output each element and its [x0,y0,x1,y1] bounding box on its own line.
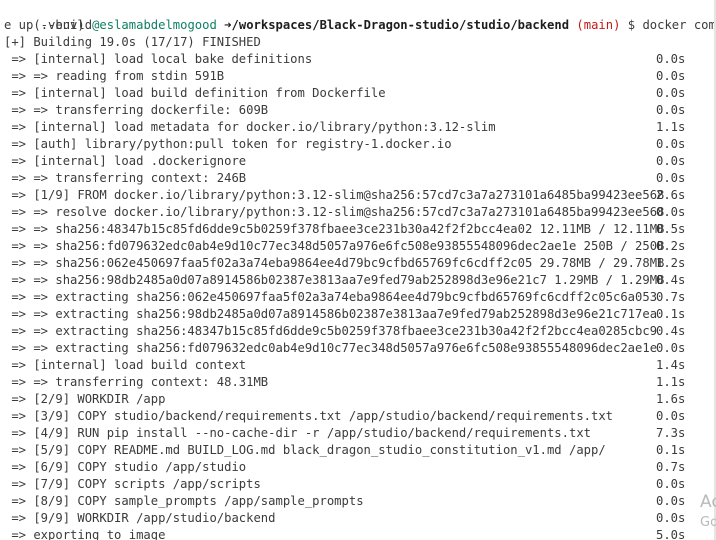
log-line-text: => => transferring context: 246B [4,171,247,185]
git-branch: (main) [576,18,621,32]
log-line-text: => [internal] load metadata for docker.i… [4,120,496,134]
log-line-text: => => sha256:98db2485a0d07a8914586b02387… [4,273,665,287]
log-line-text: => => sha256:fd079632edc0ab4e9d10c77ec34… [4,239,665,253]
log-line-duration: 0.0s [656,409,686,423]
prompt-path: /workspaces/Black-Dragon-studio/studio/b… [231,18,570,32]
log-line-duration: 0.5s [656,222,686,236]
log-line-duration: 0.0s [656,103,686,117]
log-line-text: => [auth] library/python:pull token for … [4,137,452,151]
log-line-text: => => sha256:062e450697faa5f02a3a74eba98… [4,256,665,270]
command-text-continued: e up --build [4,18,93,32]
log-line-text: => [3/9] COPY studio/backend/requirement… [4,409,614,423]
log-line-duration: 0.7s [656,290,686,304]
log-line-duration: 1.2s [656,256,686,270]
log-line-duration: 7.3s [656,426,686,440]
prompt-symbol: $ [627,18,636,32]
log-line-text: => exporting to image [4,528,166,540]
prompt-arrow-icon: ➜ [224,18,232,32]
prompt-line: (.venv) @eslamabdelmogood ➜/workspaces/B… [4,0,716,32]
command-text: docker compos [642,18,716,32]
log-line-text: => [5/9] COPY README.md BUILD_LOG.md bla… [4,443,606,457]
log-line-text: => => extracting sha256:48347b15c85fd6dd… [4,324,658,338]
log-line-text: => => extracting sha256:98db2485a0d07a89… [4,307,658,321]
log-line-duration: 0.0s [656,52,686,66]
log-line-text: => [7/9] COPY scripts /app/scripts [4,477,261,491]
prompt-user: @eslamabdelmogood [92,18,217,32]
log-line-text: => [2/9] WORKDIR /app [4,392,166,406]
log-line-text: => [1/9] FROM docker.io/library/python:3… [4,188,665,202]
log-line-duration: 0.0s [656,86,686,100]
log-line-text: => [internal] load build definition from… [4,86,386,100]
log-line-text: => => sha256:48347b15c85fd6dde9c5b0259f3… [4,222,665,236]
log-line-text: => [9/9] WORKDIR /app/studio/backend [4,511,276,525]
build-status: [+] Building 19.0s (17/17) FINISHED [4,35,261,49]
log-line-duration: 0.0s [656,477,686,491]
log-line-text: => [4/9] RUN pip install --no-cache-dir … [4,426,591,440]
log-line-text: => => extracting sha256:fd079632edc0ab4e… [4,341,658,355]
log-line-duration: 0.0s [656,205,686,219]
log-line-duration: 0.7s [656,460,686,474]
log-line-text: => => transferring context: 48.31MB [4,375,269,389]
log-line-duration: 1.6s [656,392,686,406]
log-line-duration: 0.4s [656,273,686,287]
log-line-text: => => transferring dockerfile: 609B [4,103,269,117]
log-line-duration: 0.4s [656,324,686,338]
activate-windows-watermark-sub: Go [700,515,716,530]
log-line-text: => => reading from stdin 591B [4,69,225,83]
log-line-text: => [internal] load build context [4,358,247,372]
log-line-duration: 0.2s [656,239,686,253]
log-line-text: => [8/9] COPY sample_prompts /app/sample… [4,494,364,508]
log-line-text: => [6/9] COPY studio /app/studio [4,460,247,474]
log-line-duration: 0.0s [656,69,686,83]
log-line-duration: 0.0s [656,171,686,185]
log-line-duration: 1.1s [656,120,686,134]
log-line-text: => [internal] load local bake definition… [4,52,313,66]
log-line-duration: 1.4s [656,358,686,372]
log-line-duration: 0.1s [656,443,686,457]
activate-windows-watermark: Ac [700,492,716,512]
log-line-duration: 0.0s [656,341,686,355]
log-line-text: => => extracting sha256:062e450697faa5f0… [4,290,658,304]
log-line-duration: 0.0s [656,154,686,168]
log-line-duration: 0.0s [656,137,686,151]
log-line-duration: 2.6s [656,188,686,202]
log-line-text: => [internal] load .dockerignore [4,154,247,168]
log-line-duration: 1.1s [656,375,686,389]
log-line-text: => => resolve docker.io/library/python:3… [4,205,665,219]
log-line-duration: 0.1s [656,307,686,321]
terminal-output[interactable]: (.venv) @eslamabdelmogood ➜/workspaces/B… [0,0,716,540]
